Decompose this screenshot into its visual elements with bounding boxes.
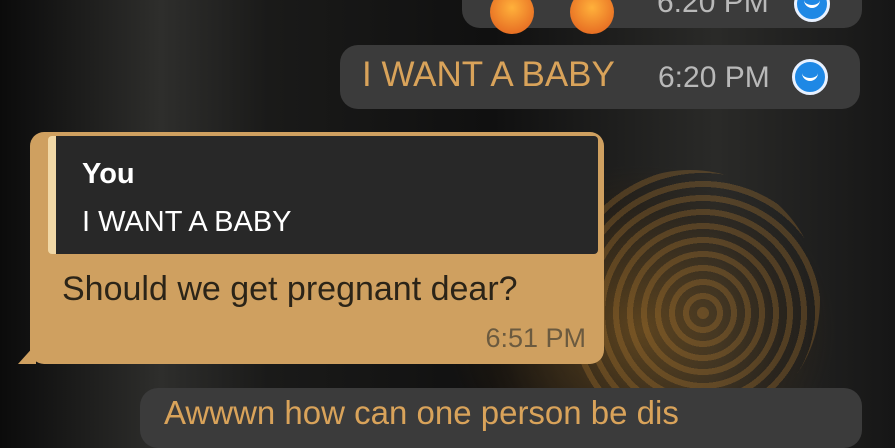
message-time: 6:20 PM [658,61,770,94]
quote-author: You [82,158,135,190]
quoted-message[interactable]: You I WANT A BABY [48,136,598,254]
message-text: I WANT A BABY [362,55,615,94]
message-text: Awwwn how can one person be dis [164,394,679,431]
message-bubble-outgoing[interactable]: Awwwn how can one person be dis [140,388,862,448]
read-smiley-icon [792,59,828,95]
message-bubble-outgoing[interactable]: I WANT A BABY 6:20 PM [340,45,860,109]
message-bubble-incoming[interactable]: You I WANT A BABY Should we get pregnant… [18,132,604,364]
message-time: 6:51 PM [485,323,586,353]
quote-text: I WANT A BABY [82,206,292,238]
message-time: 6:20 PM [657,0,769,19]
emoji-icon [490,0,534,34]
emoji-icon [570,0,614,34]
message-text: Should we get pregnant dear? [62,270,518,308]
